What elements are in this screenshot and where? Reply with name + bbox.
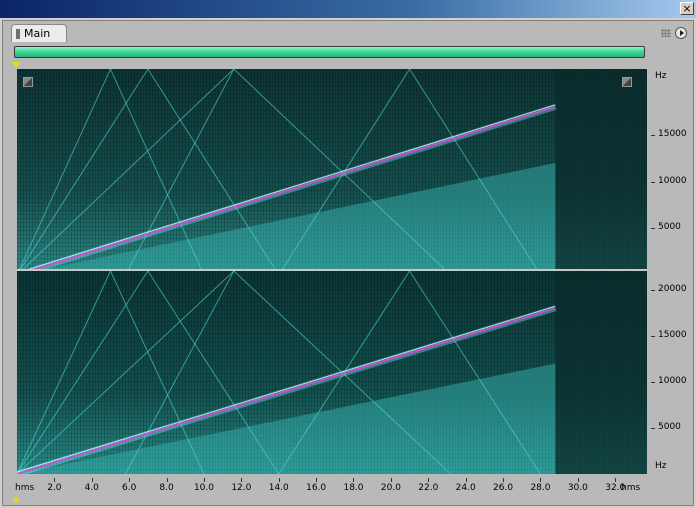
- time-axis: hms hms 2.0 4.0 6.0 8.0 10.0 12.0 14.0 16.0 18.0…: [3, 478, 695, 498]
- zoom-corner-left-icon[interactable]: [23, 77, 33, 87]
- panel-menu-button[interactable]: [675, 27, 687, 39]
- frequency-tick-label: 15000: [658, 329, 687, 340]
- time-tick-label: 8.0: [159, 483, 174, 493]
- spectrogram-channel-1[interactable]: [17, 69, 647, 275]
- time-tick-label: 30.0: [567, 483, 588, 493]
- zoom-corner-right-icon[interactable]: [622, 77, 632, 87]
- time-tick-label: 12.0: [231, 483, 252, 493]
- time-tick-label: 16.0: [306, 483, 327, 493]
- close-button[interactable]: ×: [680, 2, 694, 15]
- noise-band: [17, 363, 556, 474]
- time-tick-label: 26.0: [493, 483, 514, 493]
- time-unit-label-left: hms: [15, 483, 35, 493]
- frequency-tick-label: 5000: [658, 222, 681, 233]
- silence-region: [555, 271, 647, 474]
- spectrogram-channel-2[interactable]: [17, 271, 647, 474]
- frequency-axis-channel-2: Hz 20000 15000 10000 5000: [651, 271, 693, 474]
- tab-main[interactable]: Main: [11, 24, 67, 42]
- hz-unit-label: Hz: [655, 71, 667, 81]
- title-bar: ×: [0, 0, 696, 18]
- time-tick-label: 10.0: [193, 483, 214, 493]
- time-tick-label: 32.0: [605, 483, 626, 493]
- time-tick-label: 18.0: [343, 483, 364, 493]
- frequency-tick-label: 5000: [658, 421, 681, 432]
- noise-band: [17, 162, 556, 275]
- alias-line: [17, 271, 111, 474]
- silence-region: [555, 69, 647, 275]
- frequency-tick-label: 20000: [658, 283, 687, 294]
- hz-unit-label: Hz: [655, 461, 667, 471]
- grip-icon[interactable]: [16, 29, 20, 39]
- playhead-start-marker[interactable]: [12, 62, 20, 68]
- time-tick-label: 2.0: [47, 483, 62, 493]
- frequency-axis-channel-1: Hz 15000 10000 5000: [651, 69, 693, 275]
- panel-grip-icon[interactable]: [661, 29, 671, 37]
- alias-line: [17, 69, 149, 275]
- time-tick-label: 14.0: [268, 483, 289, 493]
- frequency-tick-label: 15000: [658, 128, 687, 139]
- main-panel: Main Hz 15000 10000 5000 Hz 20000 15000 1000…: [2, 20, 694, 506]
- alias-line: [17, 271, 149, 474]
- time-tick-label: 6.0: [121, 483, 137, 493]
- progress-bar: [14, 46, 645, 58]
- playhead-end-marker[interactable]: [12, 496, 20, 502]
- tab-main-label: Main: [24, 27, 51, 40]
- time-tick-label: 24.0: [455, 483, 476, 493]
- time-tick-label: 20.0: [380, 483, 401, 493]
- alias-line: [17, 69, 111, 275]
- frequency-tick-label: 10000: [658, 375, 687, 386]
- time-tick-label: 28.0: [530, 483, 551, 493]
- frequency-tick-label: 10000: [658, 175, 687, 186]
- time-tick-label: 4.0: [84, 483, 99, 493]
- time-tick-label: 22.0: [418, 483, 439, 493]
- progress-fill: [15, 47, 644, 57]
